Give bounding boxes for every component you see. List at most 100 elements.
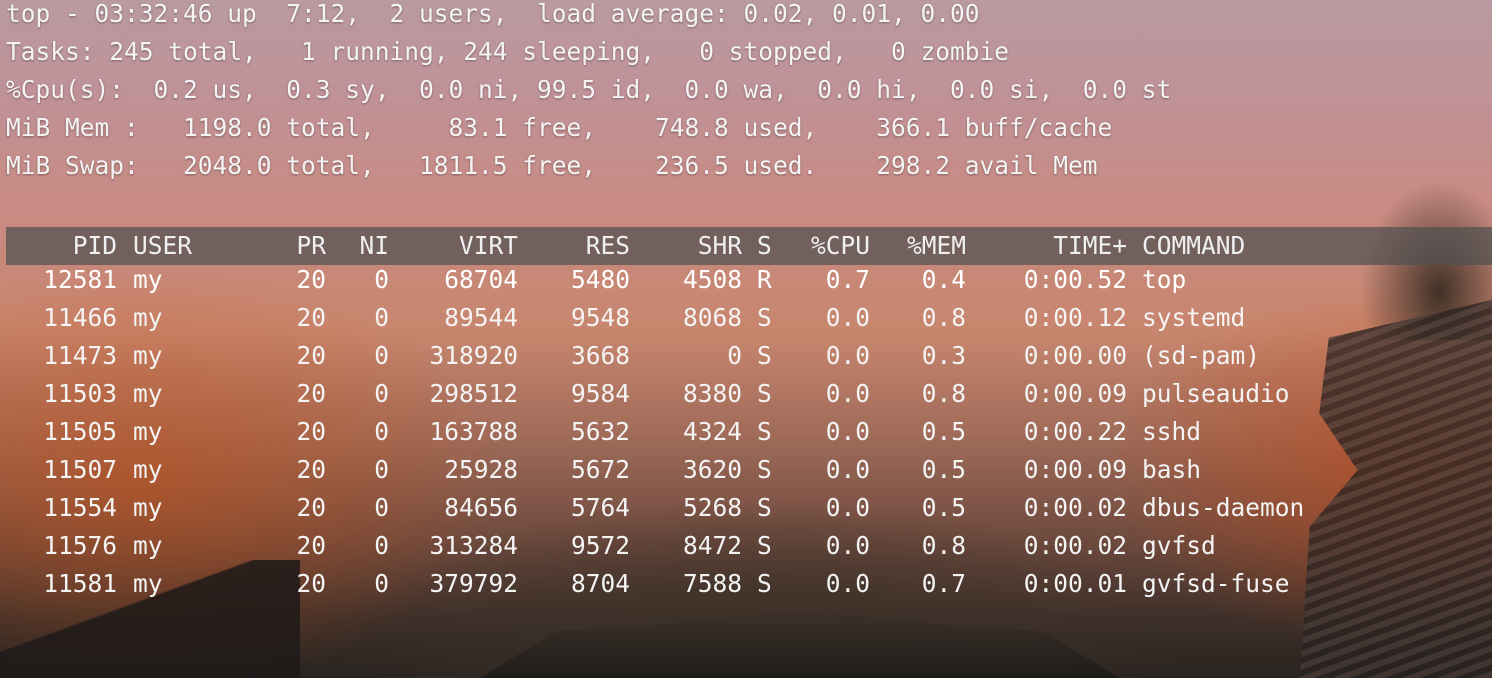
process-row[interactable]: 11503 my 20 0 298512 9584 8380 S 0.0 0.8… bbox=[0, 375, 1492, 413]
process-res: 5632 bbox=[570, 417, 630, 446]
process-row[interactable]: 12581 my 20 0 68704 5480 4508 R 0.7 0.4 … bbox=[0, 261, 1492, 299]
process-res: 9548 bbox=[570, 303, 630, 332]
column-header-virt[interactable]: VIRT bbox=[390, 227, 518, 265]
process-row[interactable]: 11466 my 20 0 89544 9548 8068 S 0.0 0.8 … bbox=[0, 299, 1492, 337]
column-header-mem[interactable]: %MEM bbox=[876, 227, 966, 265]
process-nice: 0 bbox=[374, 303, 389, 332]
process-shr: 0 bbox=[727, 341, 742, 370]
process-state: S bbox=[757, 341, 772, 370]
column-header-user[interactable]: USER bbox=[133, 227, 192, 265]
process-row[interactable]: 11554 my 20 0 84656 5764 5268 S 0.0 0.5 … bbox=[0, 489, 1492, 527]
terminal-window[interactable]: top - 03:32:46 up 7:12, 2 users, load av… bbox=[0, 0, 1492, 678]
process-user: my bbox=[133, 493, 163, 522]
process-state: R bbox=[757, 265, 772, 294]
process-cpu: 0.0 bbox=[825, 531, 870, 560]
process-virt: 163788 bbox=[429, 417, 518, 446]
process-state: S bbox=[757, 379, 772, 408]
process-nice: 0 bbox=[374, 493, 389, 522]
column-header-ni[interactable]: NI bbox=[330, 227, 389, 265]
process-user: my bbox=[133, 531, 163, 560]
process-pid: 12581 bbox=[43, 265, 117, 294]
process-priority: 20 bbox=[296, 417, 326, 446]
memory-line: MiB Mem : 1198.0 total, 83.1 free, 748.8… bbox=[6, 113, 1113, 142]
process-res: 5480 bbox=[570, 265, 630, 294]
process-row[interactable]: 11505 my 20 0 163788 5632 4324 S 0.0 0.5… bbox=[0, 413, 1492, 451]
process-priority: 20 bbox=[296, 303, 326, 332]
process-virt: 89544 bbox=[444, 303, 518, 332]
process-row[interactable]: 11507 my 20 0 25928 5672 3620 S 0.0 0.5 … bbox=[0, 451, 1492, 489]
process-priority: 20 bbox=[296, 455, 326, 484]
swap-line: MiB Swap: 2048.0 total, 1811.5 free, 236… bbox=[6, 151, 1098, 180]
process-time: 0:00.00 bbox=[1023, 341, 1127, 370]
process-nice: 0 bbox=[374, 379, 389, 408]
process-command: sshd bbox=[1142, 417, 1202, 446]
process-priority: 20 bbox=[296, 493, 326, 522]
process-command: dbus-daemon bbox=[1142, 493, 1305, 522]
process-res: 9572 bbox=[570, 531, 630, 560]
column-header-state[interactable]: S bbox=[757, 227, 772, 265]
process-mem: 0.7 bbox=[921, 569, 966, 598]
process-nice: 0 bbox=[374, 265, 389, 294]
tasks-line: Tasks: 245 total, 1 running, 244 sleepin… bbox=[6, 37, 1010, 66]
cpu-line: %Cpu(s): 0.2 us, 0.3 sy, 0.0 ni, 99.5 id… bbox=[6, 75, 1172, 104]
column-header-cpu[interactable]: %CPU bbox=[780, 227, 870, 265]
process-cpu: 0.0 bbox=[825, 569, 870, 598]
column-header-command[interactable]: COMMAND bbox=[1142, 227, 1245, 265]
process-shr: 8068 bbox=[682, 303, 742, 332]
process-cpu: 0.7 bbox=[825, 265, 870, 294]
process-user: my bbox=[133, 303, 163, 332]
process-shr: 8380 bbox=[682, 379, 742, 408]
process-mem: 0.5 bbox=[921, 493, 966, 522]
process-command: (sd-pam) bbox=[1142, 341, 1261, 370]
process-command: pulseaudio bbox=[1142, 379, 1290, 408]
process-res: 8704 bbox=[570, 569, 630, 598]
process-shr: 5268 bbox=[682, 493, 742, 522]
column-header-shr[interactable]: SHR bbox=[630, 227, 742, 265]
process-row[interactable]: 11576 my 20 0 313284 9572 8472 S 0.0 0.8… bbox=[0, 527, 1492, 565]
process-time: 0:00.01 bbox=[1023, 569, 1127, 598]
uptime-line: top - 03:32:46 up 7:12, 2 users, load av… bbox=[6, 0, 980, 28]
process-state: S bbox=[757, 493, 772, 522]
process-res: 9584 bbox=[570, 379, 630, 408]
process-time: 0:00.09 bbox=[1023, 455, 1127, 484]
column-header-pid[interactable]: PID bbox=[0, 227, 117, 265]
process-pid: 11466 bbox=[43, 303, 117, 332]
process-row[interactable]: 11473 my 20 0 318920 3668 0 S 0.0 0.3 0:… bbox=[0, 337, 1492, 375]
process-cpu: 0.0 bbox=[825, 417, 870, 446]
process-command: gvfsd bbox=[1142, 531, 1216, 560]
process-command: gvfsd-fuse bbox=[1142, 569, 1290, 598]
process-state: S bbox=[757, 531, 772, 560]
process-user: my bbox=[133, 455, 163, 484]
process-user: my bbox=[133, 379, 163, 408]
process-time: 0:00.02 bbox=[1023, 531, 1127, 560]
process-priority: 20 bbox=[296, 265, 326, 294]
process-virt: 25928 bbox=[444, 455, 518, 484]
process-time: 0:00.52 bbox=[1023, 265, 1127, 294]
process-virt: 68704 bbox=[444, 265, 518, 294]
process-command: top bbox=[1142, 265, 1187, 294]
process-nice: 0 bbox=[374, 531, 389, 560]
process-row[interactable]: 11581 my 20 0 379792 8704 7588 S 0.0 0.7… bbox=[0, 565, 1492, 603]
process-time: 0:00.02 bbox=[1023, 493, 1127, 522]
process-res: 5764 bbox=[570, 493, 630, 522]
process-shr: 3620 bbox=[682, 455, 742, 484]
column-header-pr[interactable]: PR bbox=[260, 227, 326, 265]
process-mem: 0.4 bbox=[921, 265, 966, 294]
process-virt: 318920 bbox=[429, 341, 518, 370]
process-shr: 7588 bbox=[682, 569, 742, 598]
column-header-res[interactable]: RES bbox=[520, 227, 630, 265]
process-cpu: 0.0 bbox=[825, 493, 870, 522]
process-mem: 0.3 bbox=[921, 341, 966, 370]
process-state: S bbox=[757, 569, 772, 598]
process-pid: 11576 bbox=[43, 531, 117, 560]
process-cpu: 0.0 bbox=[825, 455, 870, 484]
process-nice: 0 bbox=[374, 341, 389, 370]
process-user: my bbox=[133, 341, 163, 370]
process-res: 3668 bbox=[570, 341, 630, 370]
process-state: S bbox=[757, 455, 772, 484]
process-cpu: 0.0 bbox=[825, 341, 870, 370]
process-cpu: 0.0 bbox=[825, 303, 870, 332]
process-time: 0:00.22 bbox=[1023, 417, 1127, 446]
column-header-time[interactable]: TIME+ bbox=[970, 227, 1127, 265]
process-user: my bbox=[133, 265, 163, 294]
